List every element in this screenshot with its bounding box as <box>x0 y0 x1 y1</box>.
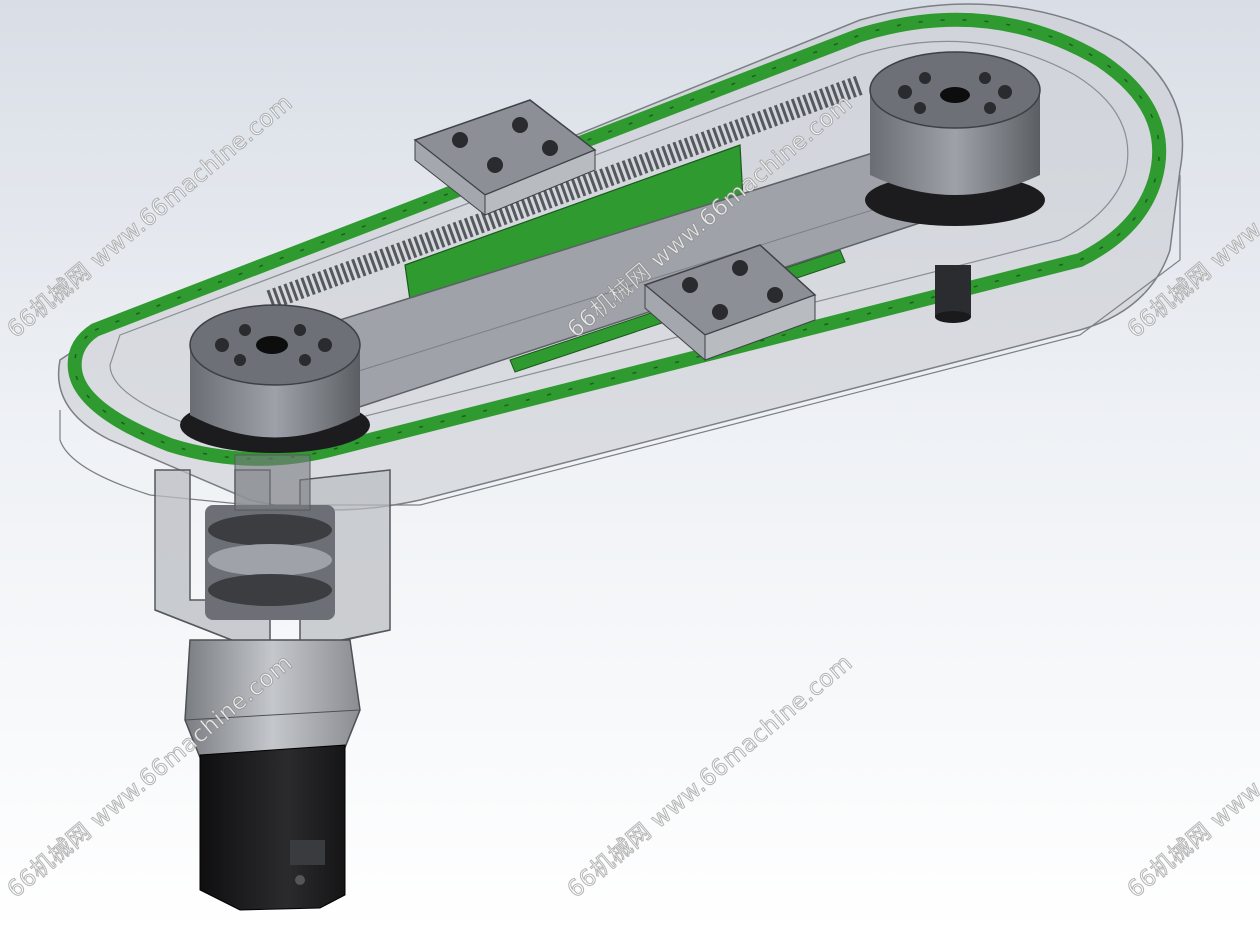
idler-post <box>935 265 971 323</box>
shaft <box>234 454 311 511</box>
right-pulley <box>865 51 1045 226</box>
cad-viewport <box>57 3 1184 911</box>
left-pulley <box>180 304 370 453</box>
servo-motor <box>199 744 346 911</box>
coupling <box>205 505 335 620</box>
